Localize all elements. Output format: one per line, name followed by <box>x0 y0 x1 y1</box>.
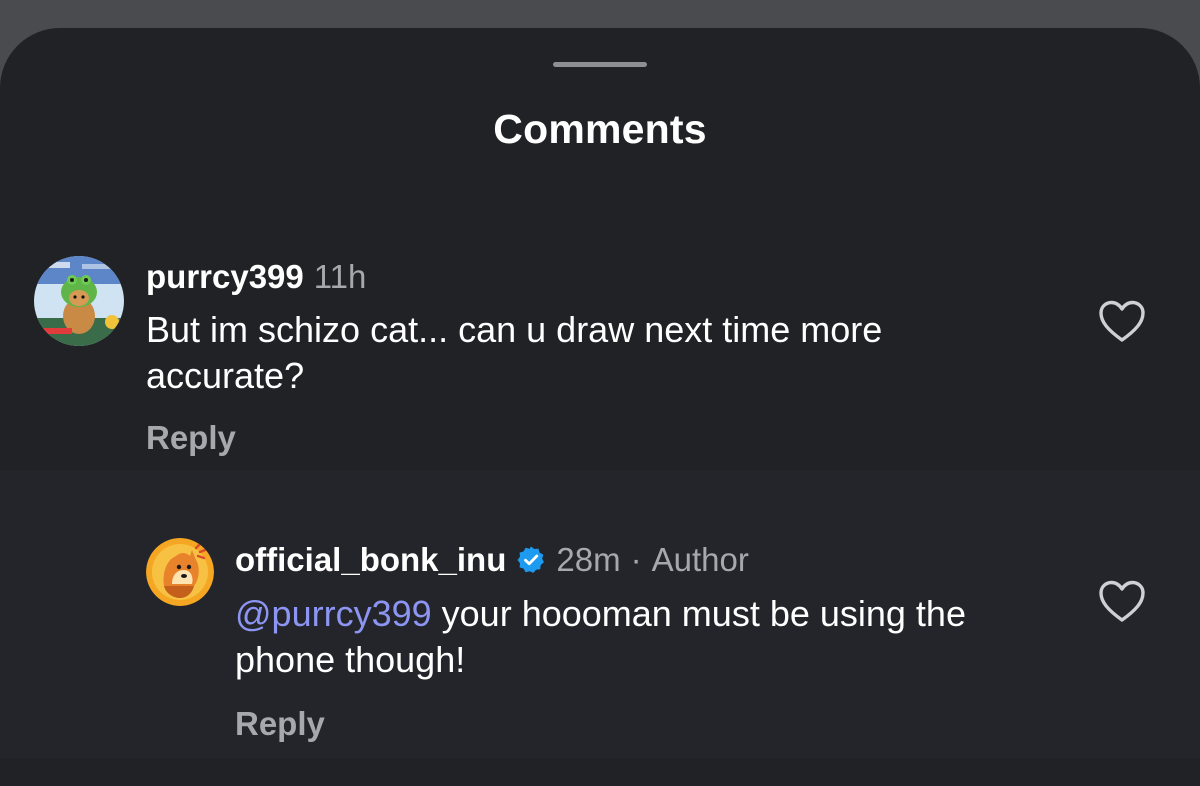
username[interactable]: official_bonk_inu <box>235 541 506 579</box>
comments-sheet: Comments purrcy399 11h But im schizo cat… <box>0 28 1200 786</box>
timestamp: 28m <box>556 541 621 578</box>
cat-in-frog-hat-avatar-icon <box>34 256 124 346</box>
meta-separator: · <box>630 541 642 578</box>
drag-handle[interactable] <box>553 62 647 67</box>
heart-outline-icon[interactable] <box>1098 580 1146 624</box>
bottom-divider <box>0 758 1200 786</box>
reply-item: official_bonk_inu 28m · Author @purrcy39… <box>0 470 1200 758</box>
comment-text: But im schizo cat... can u draw next tim… <box>146 309 883 396</box>
timestamp: 11h <box>313 258 367 295</box>
avatar[interactable] <box>34 256 124 346</box>
author-tag: Author <box>651 541 749 578</box>
reply-text: @purrcy399 your hoooman must be using th… <box>235 591 1055 683</box>
reply-button[interactable]: Reply <box>235 705 325 743</box>
heart-outline-icon[interactable] <box>1098 300 1146 344</box>
username[interactable]: purrcy399 <box>146 258 304 296</box>
comment-header: purrcy399 11h <box>146 258 366 296</box>
reply-button[interactable]: Reply <box>146 419 236 457</box>
verified-badge-icon <box>516 545 546 575</box>
mention-link[interactable]: @purrcy399 <box>235 593 432 634</box>
avatar[interactable] <box>146 538 214 606</box>
sheet-title: Comments <box>493 106 707 152</box>
reply-header: official_bonk_inu 28m · Author <box>235 541 749 579</box>
shiba-dog-logo-avatar-icon <box>146 538 214 606</box>
comment-item: purrcy399 11h But im schizo cat... can u… <box>0 206 1200 470</box>
